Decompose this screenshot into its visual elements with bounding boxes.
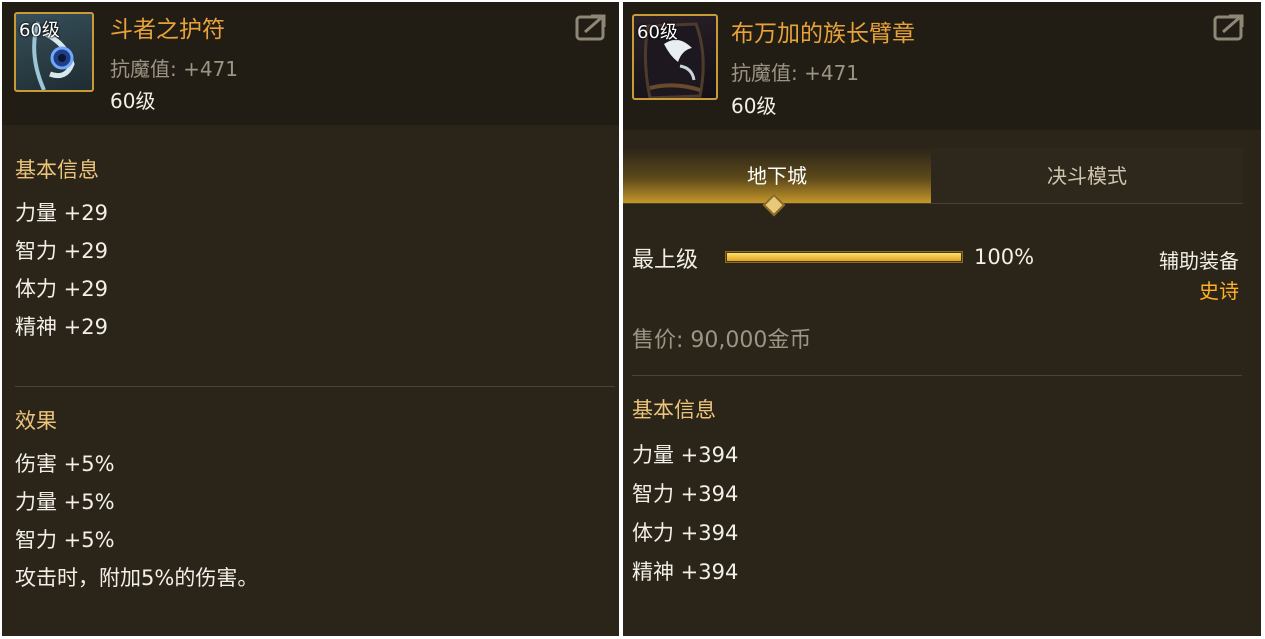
effect-description: 攻击时，附加5%的伤害。 bbox=[15, 566, 259, 590]
rarity-badge: 史诗 bbox=[1199, 279, 1239, 303]
equipment-type: 辅助装备 bbox=[1159, 249, 1239, 273]
stat-vitality: 体力 +29 bbox=[15, 277, 108, 301]
effect-strength: 力量 +5% bbox=[15, 490, 115, 514]
stat-spirit: 精神 +29 bbox=[15, 315, 108, 339]
share-icon[interactable] bbox=[1213, 12, 1247, 42]
right-item-tooltip: 60级 布万加的族长臂章 抗魔值: +471 60级 地下城 决斗模式 最上级 … bbox=[623, 2, 1261, 636]
item-level: 60级 bbox=[731, 94, 777, 118]
stat-strength: 力量 +29 bbox=[15, 201, 108, 225]
grade-label: 最上级 bbox=[632, 248, 699, 273]
item-name: 布万加的族长臂章 bbox=[731, 21, 915, 47]
grade-progress-bar bbox=[725, 251, 963, 263]
item-header: 60级 斗者之护符 抗魔值: +471 60级 bbox=[2, 2, 619, 125]
icon-level-label: 60级 bbox=[637, 22, 678, 43]
grade-percent: 100% bbox=[974, 245, 1035, 269]
armband-icon: 60级 bbox=[632, 14, 718, 100]
stat-intelligence: 智力 +394 bbox=[632, 482, 739, 506]
stat-vitality: 体力 +394 bbox=[632, 521, 739, 545]
tab-dungeon[interactable]: 地下城 bbox=[623, 148, 931, 204]
magic-resist: 抗魔值: +471 bbox=[731, 61, 860, 85]
magic-resist: 抗魔值: +471 bbox=[110, 57, 239, 81]
icon-level-label: 60级 bbox=[19, 20, 60, 41]
effect-intelligence: 智力 +5% bbox=[15, 528, 115, 552]
tab-duel-mode[interactable]: 决斗模式 bbox=[931, 148, 1243, 204]
basic-info-title: 基本信息 bbox=[15, 158, 99, 182]
mode-tabs: 地下城 决斗模式 bbox=[623, 148, 1243, 204]
stat-spirit: 精神 +394 bbox=[632, 560, 739, 584]
sell-price: 售价: 90,000金币 bbox=[632, 328, 812, 353]
share-icon[interactable] bbox=[575, 12, 609, 42]
grade-progress-fill bbox=[727, 253, 961, 261]
basic-info-title: 基本信息 bbox=[632, 398, 716, 422]
amulet-icon: 60级 bbox=[14, 12, 94, 92]
stat-strength: 力量 +394 bbox=[632, 443, 739, 467]
effect-damage: 伤害 +5% bbox=[15, 452, 115, 476]
stat-intelligence: 智力 +29 bbox=[15, 239, 108, 263]
left-item-tooltip: 60级 斗者之护符 抗魔值: +471 60级 基本信息 力量 +29 智力 +… bbox=[2, 2, 619, 636]
section-divider bbox=[632, 375, 1242, 376]
item-level: 60级 bbox=[110, 89, 156, 113]
item-name: 斗者之护符 bbox=[110, 17, 225, 43]
section-divider bbox=[15, 386, 615, 387]
item-header: 60级 布万加的族长臂章 抗魔值: +471 60级 bbox=[623, 2, 1261, 130]
tab-underline bbox=[623, 203, 1243, 204]
effects-title: 效果 bbox=[15, 409, 57, 433]
